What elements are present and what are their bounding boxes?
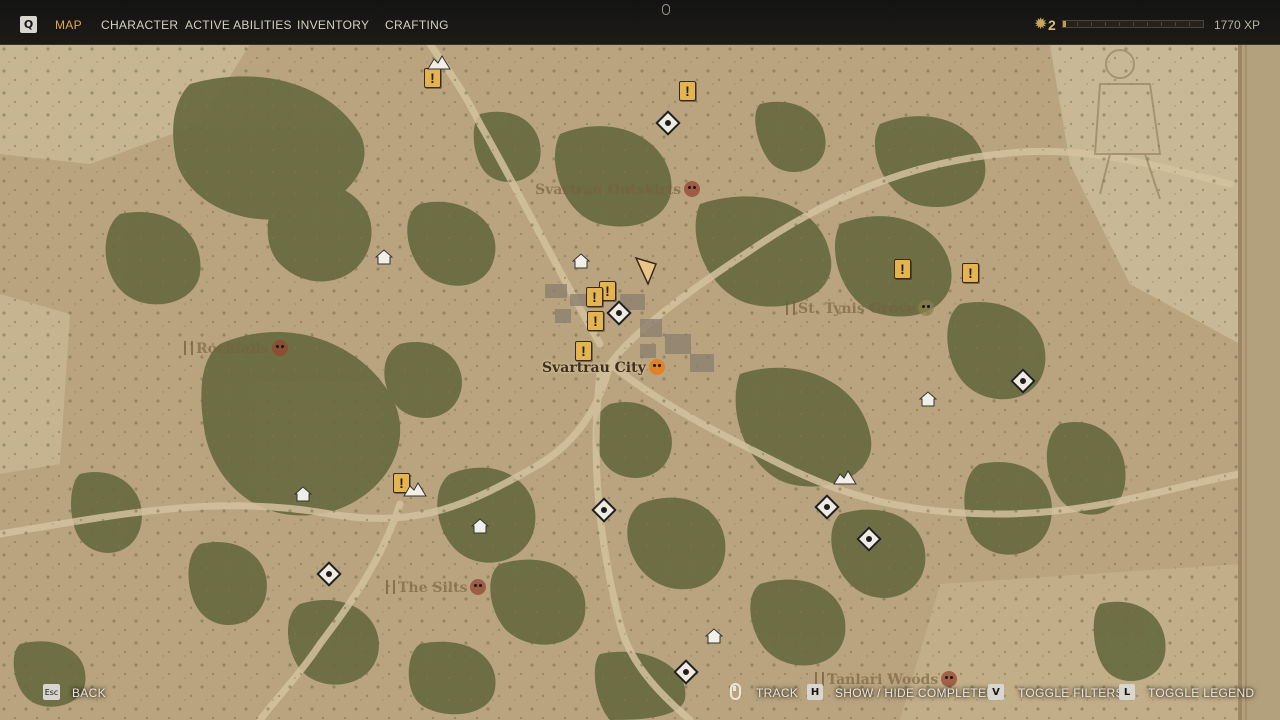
skull-icon <box>918 300 935 316</box>
player-arrow-icon <box>634 256 658 286</box>
back-button[interactable]: BACK <box>72 686 106 700</box>
camp-icon[interactable] <box>402 480 428 498</box>
skull-icon <box>470 579 487 595</box>
track-button[interactable]: TRACK <box>756 686 798 700</box>
house-icon[interactable] <box>471 518 489 534</box>
quest-marker-icon[interactable]: ! <box>424 68 441 88</box>
house-icon[interactable] <box>919 391 937 407</box>
world-map[interactable]: Svartrau Outskirts St. Tynis Grove Rockf… <box>0 44 1280 720</box>
map-terrain <box>0 44 1280 720</box>
tab-active-abilities[interactable]: ACTIVE ABILITIES <box>185 18 292 32</box>
skull-icon <box>648 359 665 375</box>
tab-map[interactable]: MAP <box>55 18 82 32</box>
location-label-svartrau-city[interactable]: Svartrau City <box>542 359 665 376</box>
house-icon[interactable] <box>375 249 393 265</box>
region-glyph-icon <box>386 580 395 594</box>
location-label-st-tynis-grove[interactable]: St. Tynis Grove <box>786 300 935 317</box>
region-glyph-icon <box>786 301 795 315</box>
quest-marker-icon[interactable]: ! <box>587 311 604 331</box>
toggle-legend-button[interactable]: TOGGLE LEGEND <box>1148 686 1254 700</box>
filters-key-hint: V <box>988 684 1004 700</box>
skull-icon <box>271 340 288 356</box>
xp-segment-divider <box>1175 22 1176 26</box>
camp-icon[interactable] <box>832 468 858 486</box>
location-label-svartrau-outskirts[interactable]: Svartrau Outskirts <box>535 181 701 198</box>
xp-total: 1770 XP <box>1213 18 1260 32</box>
tab-inventory[interactable]: INVENTORY <box>297 18 369 32</box>
skull-icon <box>941 671 958 687</box>
level-sun-icon: ✹ <box>1034 16 1048 33</box>
legend-key-hint: L <box>1119 684 1135 700</box>
mouse-left-click-icon <box>730 683 741 700</box>
xp-segment-divider <box>1147 22 1148 26</box>
quest-marker-icon[interactable]: ! <box>575 341 592 361</box>
region-glyph-icon <box>184 341 193 355</box>
xp-segment-divider <box>1119 22 1120 26</box>
xp-progress-fill <box>1063 21 1066 27</box>
xp-segment-divider <box>1091 22 1092 26</box>
xp-segment-divider <box>1133 22 1134 26</box>
quest-marker-icon[interactable]: ! <box>586 287 603 307</box>
back-key-hint: Esc <box>43 684 60 700</box>
xp-segment-divider <box>1161 22 1162 26</box>
quest-marker-icon[interactable]: ! <box>962 263 979 283</box>
player-level: 2 <box>1048 17 1056 33</box>
location-label-the-silts[interactable]: The Silts <box>386 579 487 596</box>
house-icon[interactable] <box>705 628 723 644</box>
xp-segment-divider <box>1105 22 1106 26</box>
xp-segment-divider <box>1077 22 1078 26</box>
xp-segment-divider <box>1189 22 1190 26</box>
camp-icon[interactable] <box>426 53 452 71</box>
show-hide-key-hint: H <box>807 684 823 700</box>
mouse-scroll-icon <box>662 4 670 15</box>
toggle-filters-button[interactable]: TOGGLE FILTERS <box>1018 686 1124 700</box>
prev-tab-key-hint: Q <box>20 16 37 33</box>
tab-character[interactable]: CHARACTER <box>101 18 178 32</box>
top-navigation-bar: Q MAP CHARACTER ACTIVE ABILITIES INVENTO… <box>0 0 1280 45</box>
quest-marker-icon[interactable]: ! <box>894 259 911 279</box>
house-icon[interactable] <box>294 486 312 502</box>
xp-progress-bar <box>1062 20 1204 28</box>
house-icon[interactable] <box>572 253 590 269</box>
quest-marker-icon[interactable]: ! <box>679 81 696 101</box>
tab-crafting[interactable]: CRAFTING <box>385 18 449 32</box>
show-hide-completed-button[interactable]: SHOW / HIDE COMPLETED <box>835 686 995 700</box>
location-label-rockfalls[interactable]: Rockfalls <box>184 340 288 357</box>
skull-icon <box>684 181 701 197</box>
